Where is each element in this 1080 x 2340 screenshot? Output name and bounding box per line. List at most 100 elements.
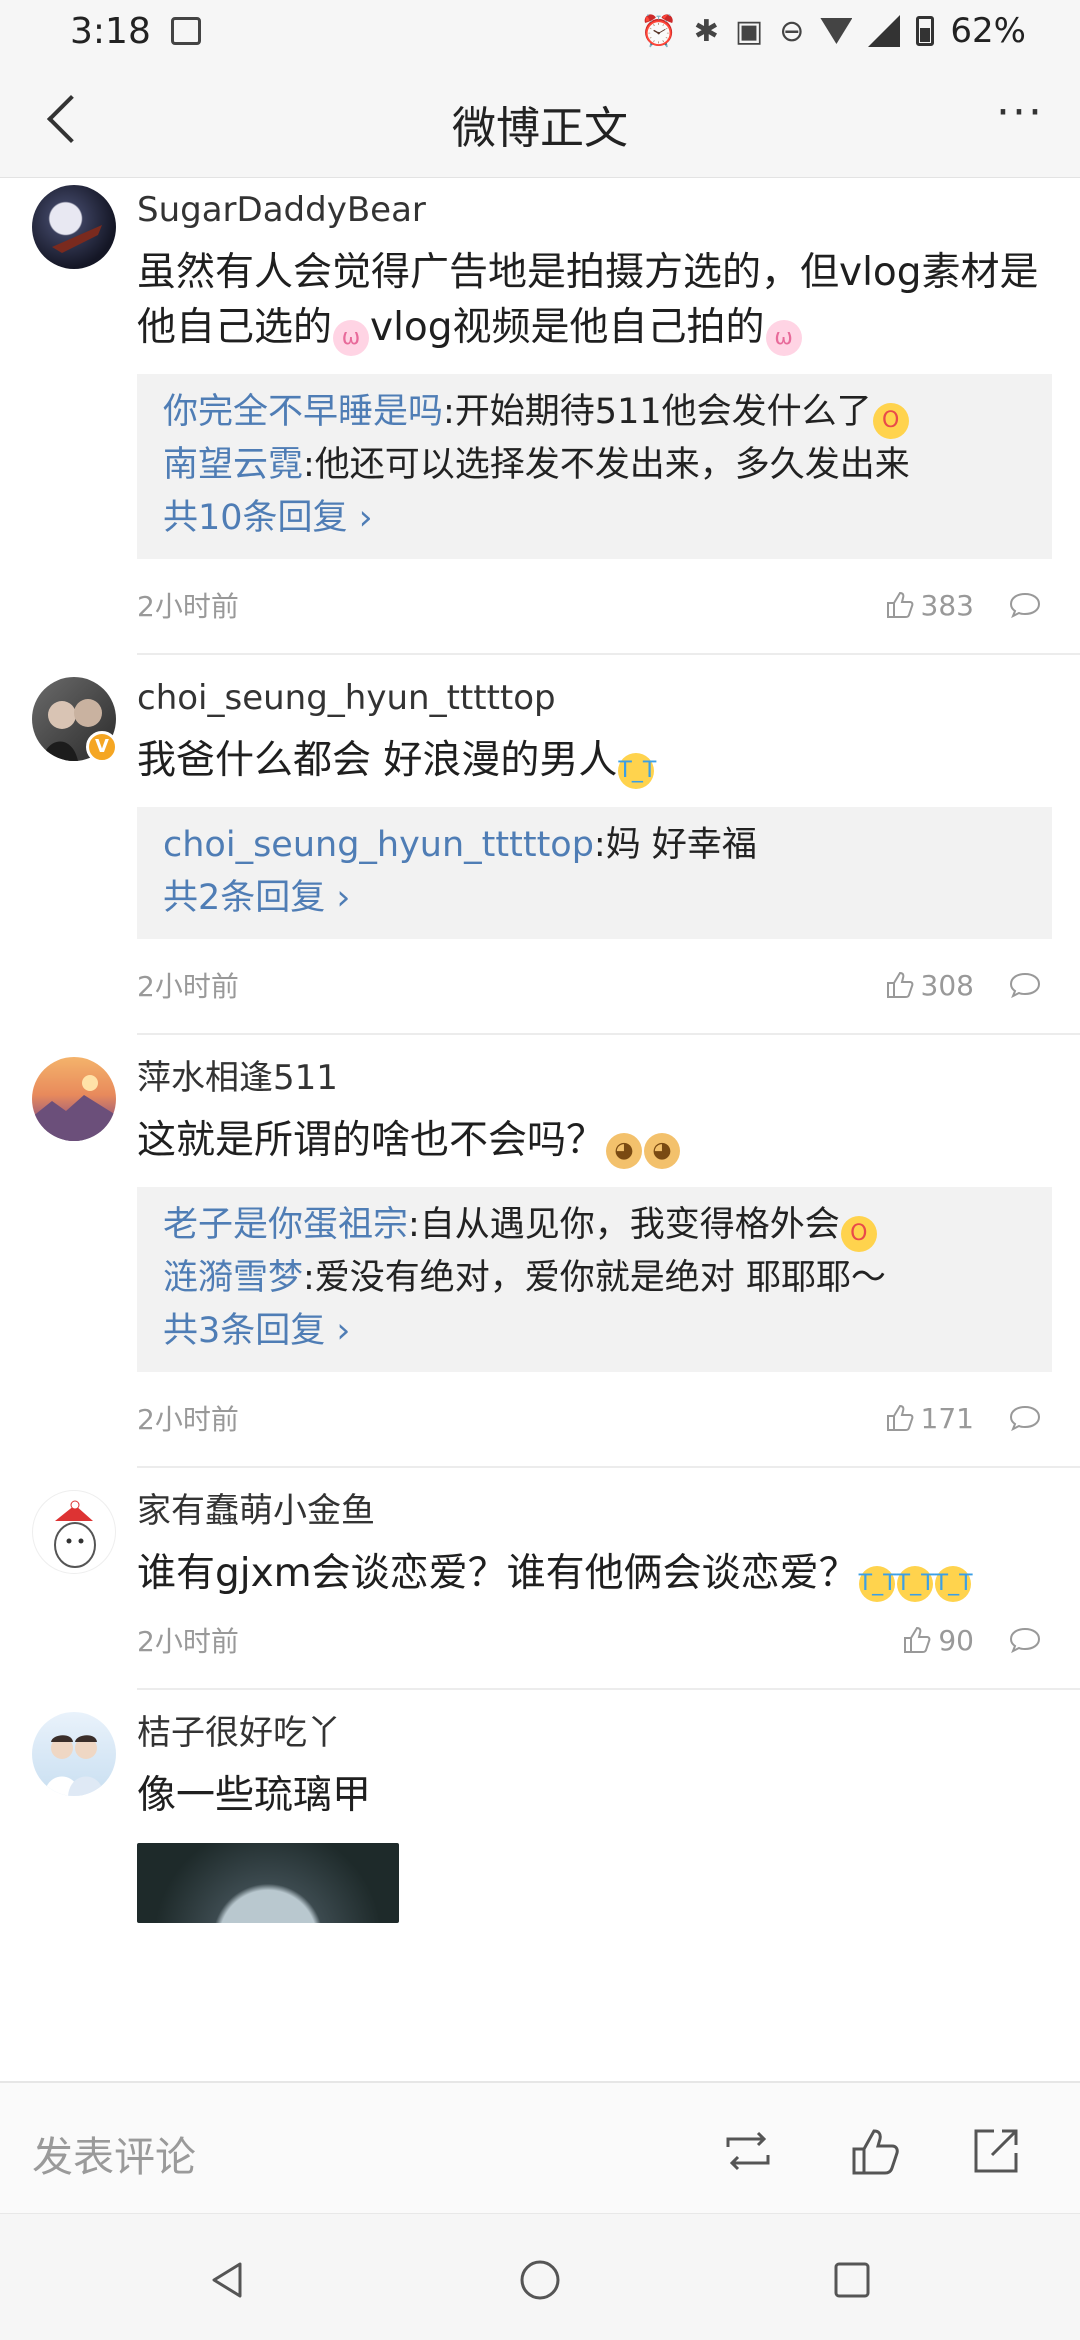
scream-emoji-icon: O (840, 1216, 877, 1252)
comment-text-part: vlog视频是他自己拍的 (370, 305, 765, 350)
like-button[interactable]: 308 (885, 969, 974, 1002)
comment-item: 桔子很好吃丫 像一些琉璃甲 (0, 1690, 1080, 1923)
doge-emoji-icon: ◕ (606, 1133, 643, 1169)
do-not-disturb-icon: ⊖ (779, 13, 805, 49)
comment-item: 家有蠢萌小金鱼 谁有gjxm会谈恋爱？谁有他俩会谈恋爱？T_TT_TT_T 2小… (0, 1468, 1080, 1688)
comment-input-bar: 发表评论 (0, 2081, 1080, 2213)
like-button[interactable]: 383 (885, 589, 974, 622)
comment-username[interactable]: SugarDaddyBear (137, 185, 1052, 235)
avatar[interactable] (32, 1712, 116, 1796)
reply-text: :妈 好幸福 (593, 825, 757, 865)
comment-item: V choi_seung_hyun_tttttop 我爸什么都会 好浪漫的男人T… (0, 655, 1080, 1033)
crying-emoji-icon: T_T (858, 1566, 897, 1602)
comment-item: 萍水相逢511 这就是所谓的啥也不会吗？ ◕ ◕ 老子是你蛋祖宗:自从遇见你，我变得… (0, 1035, 1080, 1466)
avatar-image (44, 1735, 104, 1796)
rabbit-emoji-icon: ω (333, 320, 370, 356)
reply-line: 涟漪雪梦:爱没有绝对，爱你就是绝对 耶耶耶～ (163, 1252, 1024, 1305)
reply-author[interactable]: 南望云霓 (163, 445, 303, 485)
comment-feed[interactable]: SugarDaddyBear 虽然有人会觉得广告地是拍摄方选的，但vlog素材是… (0, 179, 1080, 2081)
comment-time: 2小时前 (137, 590, 239, 623)
comment-meta: 2小时前 90 (137, 1610, 1052, 1670)
like-count: 171 (920, 1401, 974, 1435)
thumbs-up-icon (886, 971, 913, 998)
comment-text-part: 我爸什么都会 好浪漫的男人 (137, 738, 618, 783)
more-replies-link[interactable]: 共3条回复 (163, 1305, 1024, 1358)
more-options-icon[interactable]: ··· (990, 88, 1050, 148)
avatar-image (54, 1500, 96, 1568)
avatar[interactable] (32, 1490, 116, 1574)
reply-author[interactable]: 老子是你蛋祖宗 (163, 1205, 408, 1245)
avatar-image (52, 225, 102, 253)
avatar-image (32, 1075, 116, 1141)
nav-recents-icon[interactable] (828, 2256, 876, 2304)
nav-home-icon[interactable] (516, 2256, 564, 2304)
thumbs-up-icon[interactable] (848, 2123, 904, 2179)
repost-icon[interactable] (720, 2123, 776, 2179)
avatar[interactable]: V (32, 677, 118, 763)
comment-meta: 2小时前 308 (137, 955, 1052, 1015)
reply-text: :自从遇见你，我变得格外会 (408, 1205, 840, 1245)
rabbit-emoji-icon: ω (765, 320, 802, 356)
comment-text: 像一些琉璃甲 (137, 1773, 372, 1818)
comment-image[interactable] (137, 1843, 399, 1923)
like-count: 308 (920, 968, 974, 1002)
comment-text-part: 谁有gjxm会谈恋爱？谁有他俩会谈恋爱？ (137, 1551, 858, 1596)
comment-bubble-icon[interactable] (1008, 591, 1042, 619)
comment-bubble-icon[interactable] (1008, 1404, 1042, 1432)
comment-text: 这就是所谓的啥也不会吗？ ◕ ◕ (137, 1113, 1052, 1169)
battery-percent: 62% (950, 11, 1026, 51)
comment-meta: 2小时前 171 (137, 1388, 1052, 1448)
comment-username[interactable]: 家有蠢萌小金鱼 (137, 1486, 1052, 1536)
avatar[interactable] (32, 185, 116, 269)
comment-text: 谁有gjxm会谈恋爱？谁有他俩会谈恋爱？T_TT_TT_T (137, 1546, 1052, 1602)
like-button[interactable]: 171 (885, 1402, 974, 1435)
reply-author[interactable]: 你完全不早睡是吗 (163, 392, 443, 432)
more-replies-link[interactable]: 共2条回复 (163, 872, 1024, 925)
doge-emoji-icon: ◕ (644, 1133, 681, 1169)
bluetooth-icon: ✱ (693, 13, 719, 49)
comment-text-part: 这就是所谓的啥也不会吗？ (137, 1118, 606, 1163)
nav-back-icon[interactable] (204, 2256, 252, 2304)
system-nav-bar (0, 2213, 1080, 2340)
nfc-icon: ▣ (734, 13, 764, 49)
comment-text: 虽然有人会觉得广告地是拍摄方选的，但vlog素材是他自己选的 ω vlog视频是他自… (137, 245, 1052, 356)
reply-line: 南望云霓:他还可以选择发不发出来，多久发出来 (163, 439, 1024, 492)
comment-bubble-icon[interactable] (1008, 1626, 1042, 1654)
comment-username[interactable]: 萍水相逢511 (137, 1053, 1052, 1103)
status-icons: ⏰ ✱ ▣ ⊖ 62% (640, 11, 1026, 51)
reply-box[interactable]: 你完全不早睡是吗:开始期待511他会发什么了 O 南望云霓:他还可以选择发不发出来… (137, 374, 1052, 559)
comment-item: SugarDaddyBear 虽然有人会觉得广告地是拍摄方选的，但vlog素材是… (0, 179, 1080, 653)
alarm-icon: ⏰ (640, 13, 678, 49)
like-button[interactable]: 90 (902, 1624, 974, 1657)
signal-icon (868, 15, 901, 47)
reply-box[interactable]: 老子是你蛋祖宗:自从遇见你，我变得格外会 O 涟漪雪梦:爱没有绝对，爱你就是绝对 … (137, 1187, 1052, 1372)
reply-text: :开始期待511他会发什么了 (443, 392, 872, 432)
comment-bubble-icon[interactable] (1008, 971, 1042, 999)
comment-time: 2小时前 (137, 1625, 239, 1658)
like-count: 90 (938, 1623, 974, 1657)
comment-input[interactable]: 发表评论 (32, 2123, 196, 2183)
reply-box[interactable]: choi_seung_hyun_tttttop:妈 好幸福 共2条回复 (137, 807, 1052, 939)
share-icon[interactable] (968, 2123, 1024, 2179)
comment-meta: 2小时前 383 (137, 575, 1052, 635)
comment-username[interactable]: 桔子很好吃丫 (137, 1708, 1052, 1758)
reply-line: 老子是你蛋祖宗:自从遇见你，我变得格外会 O (163, 1199, 1024, 1252)
wifi-icon (820, 18, 853, 44)
like-count: 383 (920, 588, 974, 622)
avatar[interactable] (32, 1057, 116, 1141)
reply-author[interactable]: 涟漪雪梦 (163, 1258, 303, 1298)
scream-emoji-icon: O (872, 403, 909, 439)
verified-badge-icon: V (86, 731, 118, 763)
reply-text: :他还可以选择发不发出来，多久发出来 (303, 445, 910, 485)
thumbs-up-icon (904, 1626, 931, 1653)
thumbs-up-icon (886, 591, 913, 618)
comment-time: 2小时前 (137, 970, 239, 1003)
reply-author[interactable]: choi_seung_hyun_tttttop (163, 825, 594, 865)
status-bar: 3:18 ⏰ ✱ ▣ ⊖ 62% (0, 0, 1080, 62)
comment-text: 我爸什么都会 好浪漫的男人T_T (137, 733, 1052, 789)
more-replies-link[interactable]: 共10条回复 (163, 492, 1024, 545)
comment-username[interactable]: choi_seung_hyun_tttttop (137, 673, 1052, 723)
reply-line: 你完全不早睡是吗:开始期待511他会发什么了 O (163, 386, 1024, 439)
title-bar: 微博正文 ··· (0, 62, 1080, 178)
page-title: 微博正文 (452, 103, 628, 154)
